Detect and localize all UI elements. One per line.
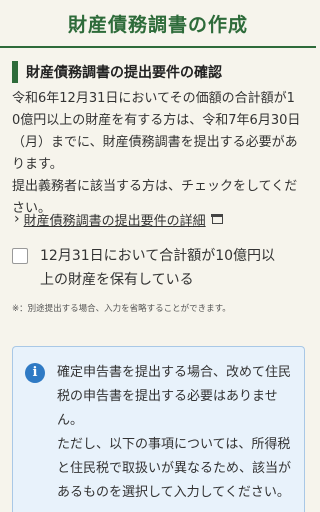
requirement-checkbox[interactable] (12, 248, 28, 264)
requirement-checkbox-label[interactable]: 12月31日において合計額が10億円以 上の財産を保有している (40, 244, 298, 292)
info-line: 税の申告書を提出する必要はありませ (57, 389, 278, 404)
info-line: ん。 (57, 413, 84, 428)
info-line: あるものを選択して入力してください。 (57, 485, 290, 500)
chevron-right-icon: › (14, 211, 20, 227)
section-heading-bar (12, 61, 18, 83)
info-line: 確定申告書を提出する場合、改めて住民 (57, 365, 292, 380)
info-line: ただし、以下の事項については、所得税 (57, 437, 291, 452)
section-heading-text: 財産債務調書の提出要件の確認 (26, 65, 222, 81)
requirement-checkbox-row[interactable]: 12月31日において合計額が10億円以 上の財産を保有している (12, 244, 308, 292)
info-text: 確定申告書を提出する場合、改めて住民 税の申告書を提出する必要はありませ ん。 … (57, 361, 297, 505)
description-line: 0億円以上の財産を有する方は、令和7年6月30日 (12, 113, 301, 128)
checkbox-label-line: 上の財産を保有している (40, 272, 194, 288)
description-line: 令和6年12月31日においてその価額の合計額が1 (12, 91, 295, 106)
description-line: （月）までに、財産債務調書を提出する必要があ (12, 135, 298, 150)
description-line: ります。 (12, 157, 63, 172)
page-header: 財産債務調書の作成 (0, 0, 316, 48)
section-heading: 財産債務調書の提出要件の確認 (12, 61, 308, 83)
requirement-description: 令和6年12月31日においてその価額の合計額が1 0億円以上の財産を有する方は、… (12, 88, 306, 220)
info-line: と住民税で取扱いが異なるため、該当が (57, 461, 292, 476)
requirement-details-link[interactable]: › 財産債務調書の提出要件の詳細 (14, 208, 223, 230)
description-line: 提出義務者に該当する方は、チェックをしてくだ (12, 179, 298, 194)
info-icon: i (25, 363, 45, 383)
external-window-icon (211, 213, 223, 224)
page-title: 財産債務調書の作成 (67, 13, 248, 36)
requirement-details-link-label[interactable]: 財産債務調書の提出要件の詳細 (24, 210, 206, 229)
checkbox-label-line: 12月31日において合計額が10億円以 (40, 248, 276, 264)
info-box: i 確定申告書を提出する場合、改めて住民 税の申告書を提出する必要はありませ ん… (12, 346, 305, 512)
omission-note: ※：別途提出する場合、入力を省略することができます。 (12, 304, 231, 314)
